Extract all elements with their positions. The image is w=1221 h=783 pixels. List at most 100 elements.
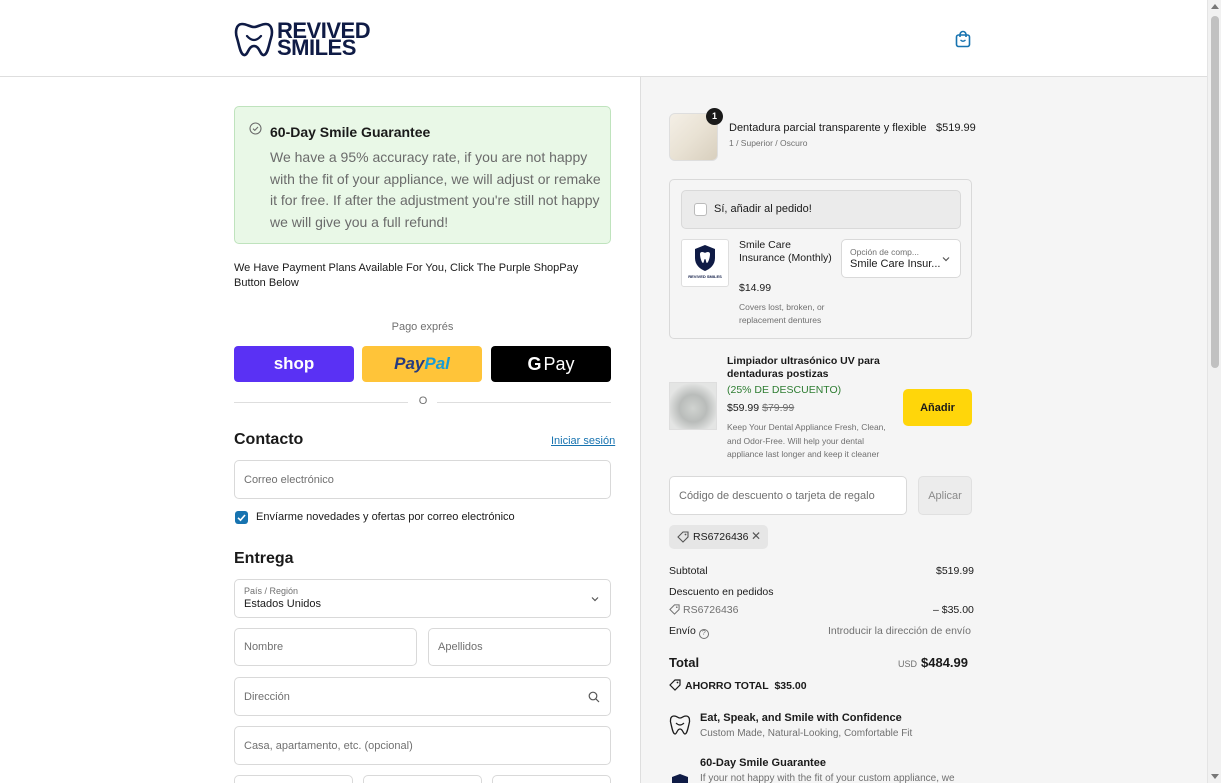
country-value: Estados Unidos xyxy=(244,598,322,610)
shipping-label: Envío xyxy=(669,625,696,637)
insurance-logo-text: REVIVED SMILES xyxy=(688,274,722,279)
first-name-placeholder: Nombre xyxy=(244,641,284,653)
apply-discount-button[interactable]: Aplicar xyxy=(918,476,972,515)
delivery-heading: Entrega xyxy=(234,550,294,567)
google-pay-label: Pay xyxy=(543,353,575,374)
paypal-button[interactable]: Pay Pal xyxy=(362,346,482,382)
add-insurance-checkbox[interactable] xyxy=(694,203,707,216)
shipping-label-row: Envío? xyxy=(669,625,709,639)
subtotal-label: Subtotal xyxy=(669,565,708,577)
total-value: $484.99 xyxy=(921,655,968,670)
last-name-field[interactable]: Apellidos xyxy=(428,628,611,666)
zip-field[interactable] xyxy=(492,775,611,783)
shield-logo-icon: REVIVED SMILES xyxy=(688,245,722,279)
checkmark-icon xyxy=(237,514,246,522)
total-currency: USD xyxy=(898,659,918,669)
help-icon[interactable]: ? xyxy=(698,629,709,639)
insurance-option-label: Opción de comp... xyxy=(850,247,919,257)
cleaner-price: $59.99 xyxy=(727,402,760,414)
order-discount-label: Descuento en pedidos xyxy=(669,586,774,598)
product-price: $519.99 xyxy=(936,122,976,134)
quantity-badge: 1 xyxy=(706,108,723,125)
subtotal-value: $519.99 xyxy=(936,565,974,577)
country-select[interactable]: País / Región Estados Unidos xyxy=(234,579,611,618)
first-name-field[interactable]: Nombre xyxy=(234,628,417,666)
cleaner-description: Keep Your Dental Appliance Fresh, Clean,… xyxy=(727,422,886,459)
shop-pay-button[interactable]: shop xyxy=(234,346,354,382)
shopping-bag-icon[interactable] xyxy=(953,29,973,49)
feature-title-2: 60-Day Smile Guarantee xyxy=(700,757,826,769)
insurance-option-value: Smile Care Insur... xyxy=(850,258,941,270)
tooth-icon xyxy=(669,715,691,735)
divider-left xyxy=(234,402,408,403)
tooth-icon xyxy=(234,22,274,57)
paypal-label-pal: Pal xyxy=(424,354,450,373)
newsletter-label[interactable]: Envíarme novedades y ofertas por correo … xyxy=(256,511,515,523)
product-thumbnail: 1 xyxy=(669,108,723,161)
brand-wordmark: REVIVED SMILES xyxy=(277,20,371,59)
shipping-value: Introducir la dirección de envío xyxy=(828,625,971,637)
add-insurance-label: Sí, añadir al pedido! xyxy=(714,203,812,215)
scroll-up-arrow-icon[interactable] xyxy=(1211,4,1219,9)
google-pay-button[interactable]: G Pay xyxy=(491,346,611,382)
remove-discount-icon[interactable]: ✕ xyxy=(751,529,761,543)
cleaner-price-row: $59.99 $79.99 xyxy=(727,402,794,414)
summary-discount-code: RS6726436 xyxy=(683,604,739,616)
guarantee-banner: 60-Day Smile Guarantee We have a 95% acc… xyxy=(234,106,611,244)
scrollbar-thumb[interactable] xyxy=(1211,16,1219,368)
express-checkout-label: Pago exprés xyxy=(391,321,454,333)
applied-code: RS6726436 xyxy=(693,531,749,543)
product-name: Dentadura parcial transparente y flexibl… xyxy=(729,122,927,134)
city-field[interactable] xyxy=(234,775,353,783)
paypal-label-pay: Pay xyxy=(394,354,425,373)
tag-icon xyxy=(669,604,680,615)
chevron-down-icon xyxy=(942,257,950,262)
address-field[interactable]: Dirección xyxy=(234,677,611,716)
last-name-placeholder: Apellidos xyxy=(438,641,483,653)
cleaner-discount: (25% DE DESCUENTO) xyxy=(727,384,842,396)
cleaner-old-price: $79.99 xyxy=(762,402,795,414)
tag-icon xyxy=(677,531,689,543)
site-header: REVIVED SMILES xyxy=(0,0,1207,77)
feature-title-1: Eat, Speak, and Smile with Confidence xyxy=(700,712,902,724)
shop-pay-label: shop xyxy=(273,354,315,373)
payment-plans-note: We Have Payment Plans Available For You,… xyxy=(234,262,579,289)
scroll-down-arrow-icon[interactable] xyxy=(1211,774,1219,779)
google-g-icon: G xyxy=(527,353,542,374)
discount-code-input[interactable]: Código de descuento o tarjeta de regalo xyxy=(669,476,907,515)
guarantee-title: 60-Day Smile Guarantee xyxy=(270,124,431,140)
product-variant: 1 / Superior / Oscuro xyxy=(729,138,808,148)
insurance-description: Covers lost, broken, or replacement dent… xyxy=(739,302,825,325)
country-label: País / Región xyxy=(244,586,299,596)
add-cleaner-button[interactable]: Añadir xyxy=(903,389,972,426)
savings-label: AHORRO TOTAL xyxy=(685,680,769,692)
apartment-field[interactable]: Casa, apartamento, etc. (opcional) xyxy=(234,726,611,765)
state-field[interactable] xyxy=(363,775,482,783)
login-link[interactable]: Iniciar sesión xyxy=(551,435,615,447)
newsletter-checkbox[interactable] xyxy=(235,511,248,524)
insurance-price: $14.99 xyxy=(739,282,772,294)
brand-logo[interactable]: REVIVED SMILES xyxy=(234,20,371,59)
add-insurance-toggle[interactable]: Sí, añadir al pedido! xyxy=(681,190,961,229)
discount-value: – $35.00 xyxy=(933,604,974,616)
page-scrollbar[interactable] xyxy=(1207,0,1221,783)
discount-code-row: RS6726436 xyxy=(669,604,738,616)
cleaner-thumbnail xyxy=(669,382,717,430)
guarantee-body: We have a 95% accuracy rate, if you are … xyxy=(270,149,601,230)
contact-heading: Contacto xyxy=(234,431,304,448)
search-icon xyxy=(588,691,600,702)
tag-icon xyxy=(669,679,681,691)
cleaner-name: Limpiador ultrasónico UV para dentaduras… xyxy=(727,355,880,380)
insurance-thumbnail: REVIVED SMILES xyxy=(681,239,729,287)
feature-body-1: Custom Made, Natural-Looking, Comfortabl… xyxy=(700,728,913,739)
insurance-name: Smile Care Insurance (Monthly) xyxy=(739,239,832,264)
divider-right xyxy=(437,402,611,403)
insurance-option-select[interactable]: Opción de comp... Smile Care Insur... xyxy=(841,239,961,278)
discount-placeholder: Código de descuento o tarjeta de regalo xyxy=(679,490,875,502)
total-savings: AHORRO TOTAL $35.00 xyxy=(669,679,807,692)
divider-or: O xyxy=(418,395,428,407)
feature-body-2: If your not happy with the fit of your c… xyxy=(700,773,955,783)
apartment-placeholder: Casa, apartamento, etc. (opcional) xyxy=(244,739,413,752)
total-label: Total xyxy=(669,655,700,670)
email-field[interactable]: Correo electrónico xyxy=(234,460,611,499)
